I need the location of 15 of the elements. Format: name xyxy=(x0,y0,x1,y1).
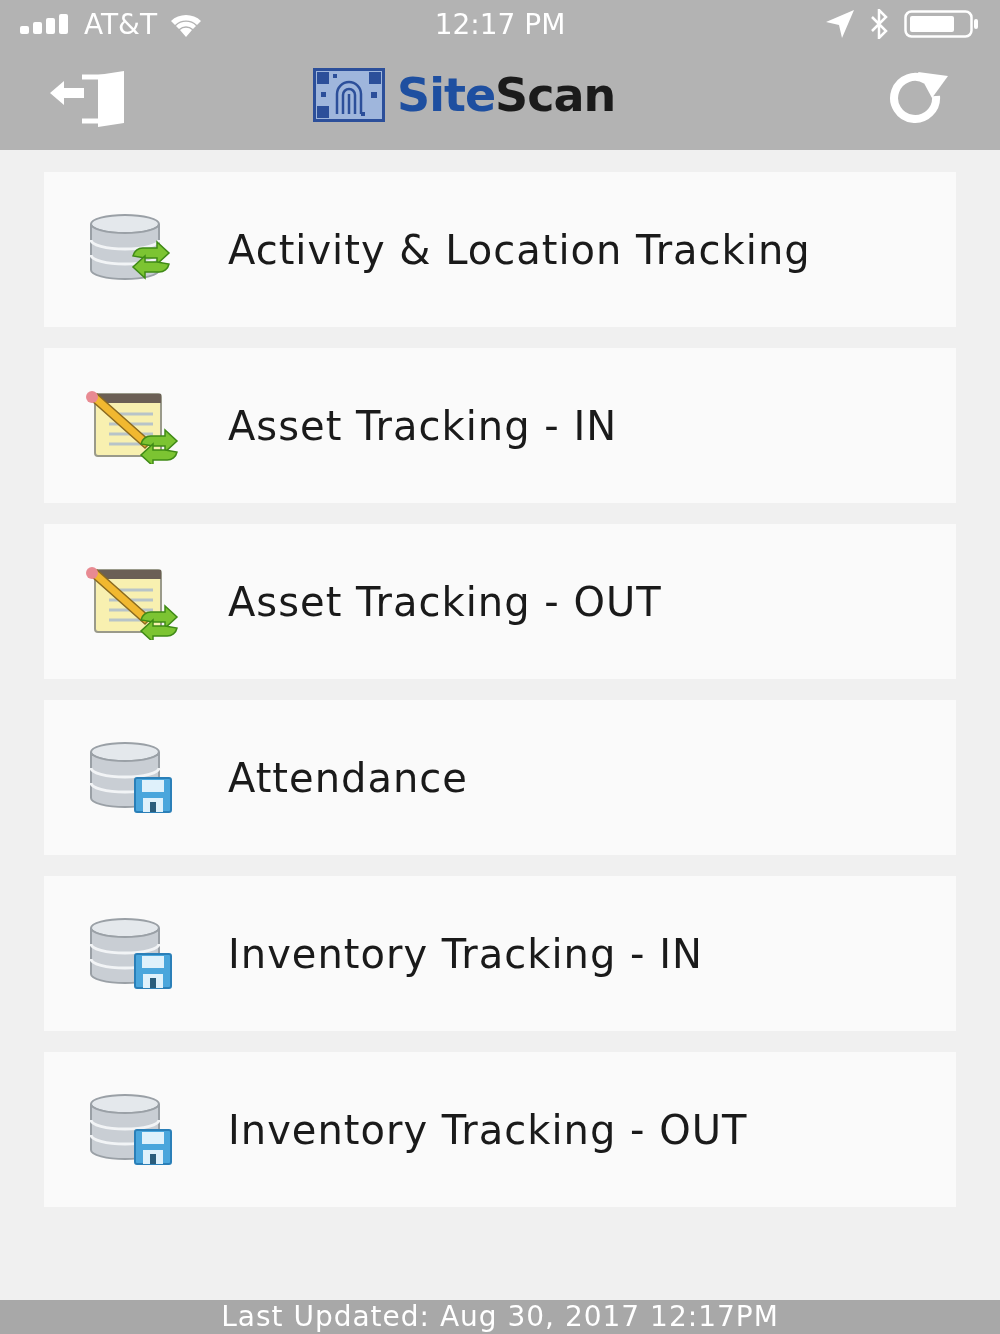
qr-fingerprint-logo-icon xyxy=(313,68,385,122)
menu-item[interactable]: Inventory Tracking - IN xyxy=(44,876,956,1031)
menu-item[interactable]: Activity & Location Tracking xyxy=(44,172,956,327)
last-updated-text: Last Updated: Aug 30, 2017 12:17PM xyxy=(221,1300,779,1334)
menu-item[interactable]: Inventory Tracking - OUT xyxy=(44,1052,956,1207)
clock-time: 12:17 PM xyxy=(434,7,566,41)
logout-door-icon[interactable] xyxy=(50,71,126,127)
menu-item[interactable]: Asset Tracking - IN xyxy=(44,348,956,503)
location-arrow-icon xyxy=(826,10,854,38)
menu-item[interactable]: Attendance xyxy=(44,700,956,855)
bluetooth-icon xyxy=(870,9,888,39)
menu-item[interactable]: Asset Tracking - OUT xyxy=(44,524,956,679)
carrier-name: AT&T xyxy=(84,7,158,41)
battery-icon xyxy=(904,10,980,38)
app-logo-wordmark: SiteScan xyxy=(397,68,616,122)
